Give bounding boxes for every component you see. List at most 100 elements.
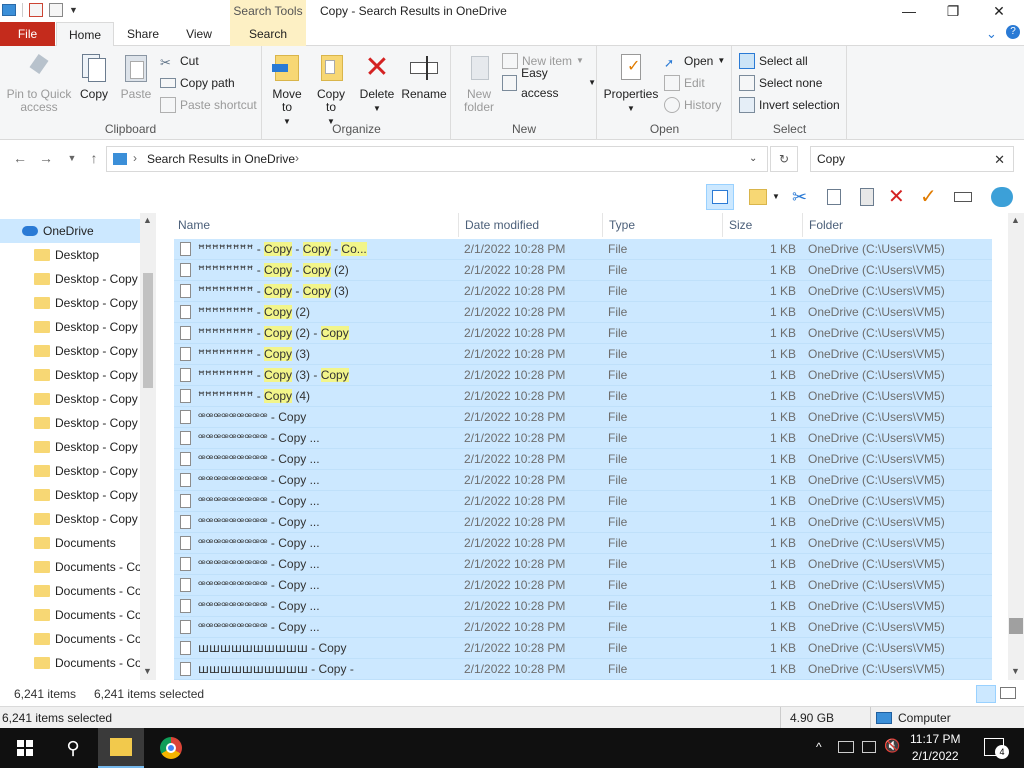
new-folder-button[interactable]: New folder: [458, 52, 500, 114]
paste-shortcut-button[interactable]: Paste shortcut: [160, 95, 257, 115]
paste-toolbar-icon[interactable]: [856, 186, 878, 208]
nav-scroll-up-icon[interactable]: ▲: [143, 215, 152, 225]
nav-scroll-down-icon[interactable]: ▼: [143, 666, 152, 676]
file-explorer-taskbar-button[interactable]: [98, 728, 144, 768]
table-row[interactable]: ꟸꟸꟸꟸꟸꟸꟸꟸ - Copy (2) 2/1/2022 10:28 PM File…: [174, 302, 992, 323]
nav-item-folder[interactable]: Desktop - Copy: [0, 459, 140, 483]
nav-item-folder[interactable]: Desktop - Copy: [0, 291, 140, 315]
search-icon[interactable]: ⚲: [50, 728, 96, 768]
toolbar-dropdown-icon[interactable]: ▼: [772, 186, 784, 208]
close-button[interactable]: ✕: [976, 0, 1022, 22]
table-row[interactable]: ꟹꟹꟹꟹꟹꟹꟹꟹꟹ - Copy ... 2/1/2022 10:28 PM Fil…: [174, 428, 992, 449]
properties-toolbar-icon[interactable]: ✓: [920, 186, 942, 208]
action-center-icon[interactable]: 4: [984, 738, 1009, 759]
column-date-modified[interactable]: Date modified: [459, 213, 603, 237]
table-row[interactable]: ꟸꟸꟸꟸꟸꟸꟸꟸ - Copy (2) - Copy 2/1/2022 10:28…: [174, 323, 992, 344]
delete-toolbar-icon[interactable]: ✕: [888, 186, 910, 208]
address-bar[interactable]: › Search Results in OneDrive › ⌄: [106, 146, 768, 172]
copy-to-button[interactable]: Copy to ▼: [311, 52, 351, 128]
table-row[interactable]: ꟺꟺꟺꟺꟺꟺꟺꟺꟺꟺ - Copy 2/1/2022 10:28 PM File 1 …: [174, 638, 992, 659]
select-none-button[interactable]: Select none: [739, 73, 822, 93]
table-row[interactable]: ꟹꟹꟹꟹꟹꟹꟹꟹꟹ - Copy ... 2/1/2022 10:28 PM Fil…: [174, 512, 992, 533]
nav-item-folder[interactable]: Documents - Co: [0, 555, 140, 579]
details-view-icon[interactable]: [976, 685, 996, 703]
nav-item-folder[interactable]: Documents - Co: [0, 627, 140, 651]
move-to-button[interactable]: Move to ▼: [267, 52, 307, 128]
breadcrumb-chevron-icon[interactable]: ›: [295, 151, 299, 165]
cut-toolbar-icon[interactable]: ✂: [792, 186, 814, 208]
copy-path-button[interactable]: Copy path: [160, 73, 235, 93]
chrome-taskbar-button[interactable]: [148, 728, 194, 768]
nav-item-folder[interactable]: Desktop - Copy: [0, 339, 140, 363]
rename-toolbar-icon[interactable]: [952, 186, 974, 208]
tab-file[interactable]: File: [0, 22, 55, 46]
properties-button[interactable]: ✓ Properties ▼: [602, 52, 660, 115]
nav-item-folder[interactable]: Desktop - Copy: [0, 267, 140, 291]
table-row[interactable]: ꟸꟸꟸꟸꟸꟸꟸꟸ - Copy (3) 2/1/2022 10:28 PM File…: [174, 344, 992, 365]
rename-button[interactable]: Rename: [401, 52, 447, 101]
column-type[interactable]: Type: [603, 213, 723, 237]
table-row[interactable]: ꟹꟹꟹꟹꟹꟹꟹꟹꟹ - Copy 2/1/2022 10:28 PM File 1 K…: [174, 407, 992, 428]
copy-button[interactable]: Copy: [74, 52, 114, 101]
cut-button[interactable]: ✂ Cut: [160, 51, 199, 71]
show-hidden-icons-icon[interactable]: ^: [816, 740, 822, 754]
table-row[interactable]: ꟹꟹꟹꟹꟹꟹꟹꟹꟹ - Copy ... 2/1/2022 10:28 PM Fil…: [174, 491, 992, 512]
invert-selection-button[interactable]: Invert selection: [739, 95, 840, 115]
search-box[interactable]: ✕: [810, 146, 1014, 172]
column-folder[interactable]: Folder: [803, 213, 1003, 237]
file-list-scroll-thumb[interactable]: [1009, 618, 1023, 634]
nav-item-folder[interactable]: Desktop - Copy: [0, 411, 140, 435]
copy-toolbar-icon[interactable]: [824, 186, 846, 208]
table-row[interactable]: ꟹꟹꟹꟹꟹꟹꟹꟹꟹ - Copy ... 2/1/2022 10:28 PM Fil…: [174, 470, 992, 491]
nav-item-folder[interactable]: Desktop: [0, 243, 140, 267]
nav-scroll-thumb[interactable]: [143, 273, 153, 388]
scroll-down-icon[interactable]: ▼: [1011, 666, 1020, 676]
up-arrow-icon[interactable]: ↑: [84, 150, 104, 168]
qat-dropdown-icon[interactable]: ▼: [69, 5, 78, 15]
new-folder-toolbar-icon[interactable]: [746, 186, 768, 208]
display-tray-icon[interactable]: [862, 741, 876, 753]
nav-item-folder[interactable]: Desktop - Copy: [0, 435, 140, 459]
history-button[interactable]: History: [664, 95, 721, 115]
select-all-button[interactable]: Select all: [739, 51, 808, 71]
refresh-button[interactable]: ↻: [770, 146, 798, 172]
nav-item-folder[interactable]: Documents - Co: [0, 603, 140, 627]
table-row[interactable]: ꟸꟸꟸꟸꟸꟸꟸꟸ - Copy (3) - Copy 2/1/2022 10:28…: [174, 365, 992, 386]
easy-access-button[interactable]: Easy access ▼: [502, 66, 596, 100]
column-name[interactable]: Name: [172, 213, 459, 237]
tab-share[interactable]: Share: [118, 22, 168, 46]
column-size[interactable]: Size: [723, 213, 803, 237]
edit-button[interactable]: Edit: [664, 73, 705, 93]
breadcrumb-search-results[interactable]: Search Results in OneDrive: [147, 152, 295, 166]
table-row[interactable]: ꟸꟸꟸꟸꟸꟸꟸꟸ - Copy - Copy (3) 2/1/2022 10:28…: [174, 281, 992, 302]
nav-item-folder[interactable]: Desktop - Copy: [0, 363, 140, 387]
pin-to-quick-access-button[interactable]: Pin to Quick access: [6, 52, 72, 114]
table-row[interactable]: ꟹꟹꟹꟹꟹꟹꟹꟹꟹ - Copy ... 2/1/2022 10:28 PM Fil…: [174, 596, 992, 617]
nav-item-folder[interactable]: Documents - Co: [0, 579, 140, 603]
preview-pane-icon[interactable]: [706, 184, 734, 210]
table-row[interactable]: ꟸꟸꟸꟸꟸꟸꟸꟸ - Copy - Copy (2) 2/1/2022 10:28…: [174, 260, 992, 281]
nav-item-folder[interactable]: Desktop - Copy: [0, 315, 140, 339]
table-row[interactable]: ꟹꟹꟹꟹꟹꟹꟹꟹꟹ - Copy ... 2/1/2022 10:28 PM Fil…: [174, 617, 992, 638]
properties-qat-icon[interactable]: [29, 3, 43, 17]
nav-item-onedrive[interactable]: OneDrive: [0, 219, 140, 243]
large-icons-view-icon[interactable]: [1000, 687, 1016, 699]
open-button[interactable]: ➚ Open ▼: [664, 51, 725, 71]
table-row[interactable]: ꟺꟺꟺꟺꟺꟺꟺꟺꟺꟺ - Copy - 2/1/2022 10:28 PM File…: [174, 659, 992, 680]
table-row[interactable]: ꟹꟹꟹꟹꟹꟹꟹꟹꟹ - Copy ... 2/1/2022 10:28 PM Fil…: [174, 449, 992, 470]
nav-item-folder[interactable]: Desktop - Copy: [0, 507, 140, 531]
recent-locations-chevron-icon[interactable]: ▼: [62, 153, 82, 171]
address-dropdown-icon[interactable]: ⌄: [749, 153, 757, 164]
tab-view[interactable]: View: [174, 22, 224, 46]
clock[interactable]: 11:17 PM 2/1/2022: [910, 731, 960, 765]
table-row[interactable]: ꟸꟸꟸꟸꟸꟸꟸꟸ - Copy - Copy - Co... 2/1/2022 1…: [174, 239, 992, 260]
table-row[interactable]: ꟹꟹꟹꟹꟹꟹꟹꟹꟹ - Copy ... 2/1/2022 10:28 PM Fil…: [174, 575, 992, 596]
nav-item-folder[interactable]: Documents - Co: [0, 651, 140, 675]
nav-item-folder[interactable]: Desktop - Copy: [0, 387, 140, 411]
delete-button[interactable]: ✕ Delete ▼: [357, 52, 397, 115]
volume-muted-icon[interactable]: 🔇: [884, 738, 900, 754]
clear-search-icon[interactable]: ✕: [994, 152, 1005, 168]
nav-item-folder[interactable]: Documents: [0, 531, 140, 555]
network-globe-icon[interactable]: [990, 186, 1016, 208]
table-row[interactable]: ꟹꟹꟹꟹꟹꟹꟹꟹꟹ - Copy ... 2/1/2022 10:28 PM Fil…: [174, 533, 992, 554]
